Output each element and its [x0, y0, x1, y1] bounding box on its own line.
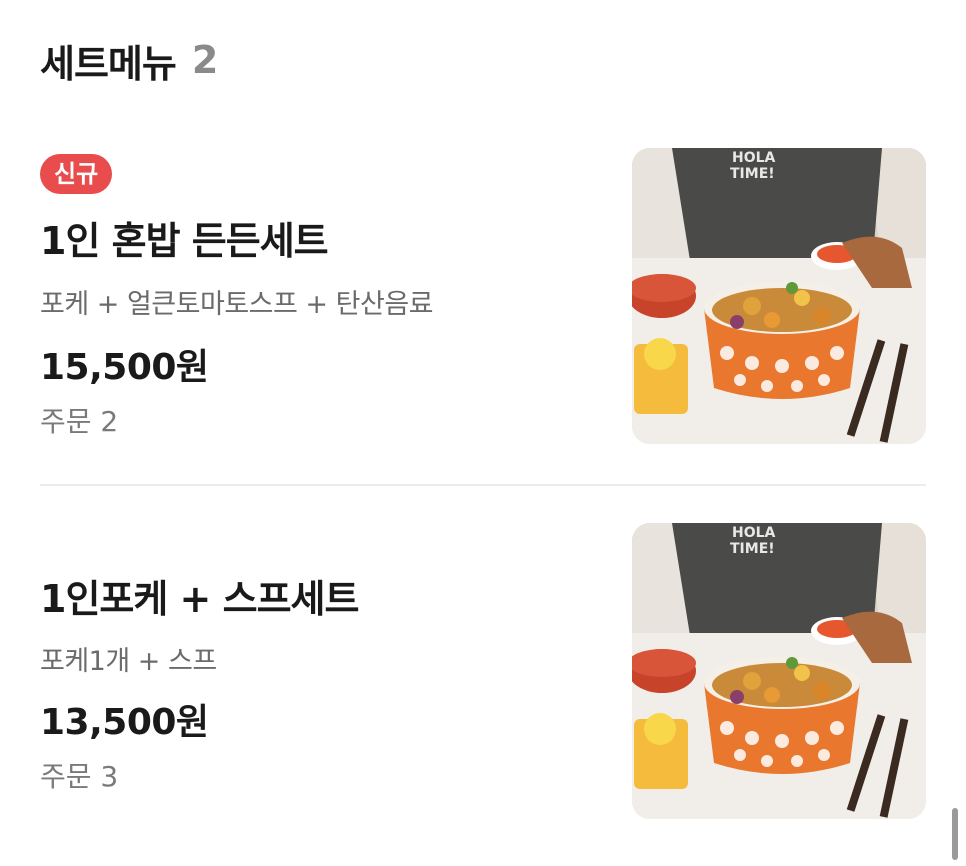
menu-item-photo[interactable]: HOLA TIME!	[632, 523, 926, 819]
svg-text:TIME!: TIME!	[730, 541, 775, 557]
section-count: 2	[191, 38, 219, 82]
menu-item-price: 15,500원	[40, 347, 209, 388]
svg-text:HOLA: HOLA	[732, 150, 776, 166]
menu-item[interactable]: 신규 1인 혼밥 든든세트 포케 + 얼큰토마토스프 + 탄산음료 15,500…	[0, 148, 966, 448]
svg-text:HOLA: HOLA	[732, 525, 776, 541]
divider	[40, 484, 926, 486]
section-header: 세트메뉴 2	[40, 34, 218, 86]
menu-item-description: 포케 + 얼큰토마토스프 + 탄산음료	[40, 289, 434, 320]
svg-text:TIME!: TIME!	[730, 166, 775, 182]
menu-item[interactable]: 1인포케 + 스프세트 포케1개 + 스프 13,500원 주문 3 HOLA …	[0, 523, 966, 823]
menu-item-name: 1인 혼밥 든든세트	[40, 219, 329, 263]
menu-item-order-count: 주문 3	[40, 760, 119, 793]
scrollbar[interactable]	[952, 808, 958, 860]
menu-item-price: 13,500원	[40, 702, 209, 743]
menu-item-description: 포케1개 + 스프	[40, 646, 217, 677]
menu-item-name: 1인포케 + 스프세트	[40, 577, 359, 621]
section-title: 세트메뉴	[40, 41, 177, 86]
menu-item-order-count: 주문 2	[40, 405, 119, 438]
new-badge: 신규	[40, 154, 113, 194]
menu-item-photo[interactable]: HOLA TIME!	[632, 148, 926, 444]
